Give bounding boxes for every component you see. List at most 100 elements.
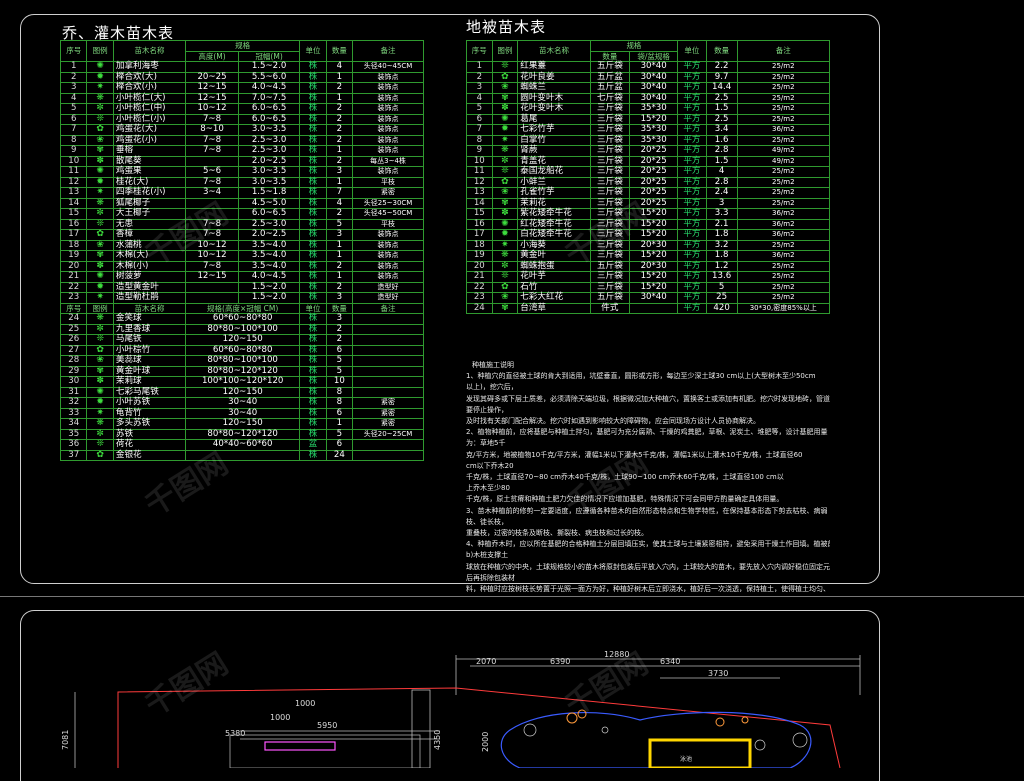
plant-height: 3~4 [185,187,239,199]
plant-qty: 3.3 [705,208,738,220]
plant-crown: 3.0~3.5 [237,124,301,136]
groundcover-row: 21 ❊ 花叶芋 三斤袋 15*20 平方 13.6 25/m2 [466,271,831,283]
plant-unit: 株 [299,323,327,335]
ground-table: 序号 图例 苗木名称 规格 单位 数量 备注 数量 袋/盆规格 1 ❊ 红果薹 五斤袋… [466,40,831,314]
plant-density: 25/m2 [736,292,831,304]
plant-name: 马尾铁 [112,334,187,346]
plant-qty: 2 [325,124,354,136]
row-number: 21 [466,271,493,283]
plant-crown: 4.5~5.0 [237,197,301,209]
plant-remark: 装饰点 [352,229,424,241]
legend-symbol-icon: ✹ [491,229,519,241]
legend-symbol-icon: ✹ [86,71,114,83]
plant-name: 加拿利海枣 [112,61,187,73]
plant-unit: 株 [299,386,327,398]
notes-line: 料，种植时应按树枝长势置于光照一面方为好，种植好树木后立即浇水，植好后一次浇透，… [466,585,830,592]
plant-qty: 1 [325,250,354,262]
gth-qty: 数量 [705,40,738,62]
groundcover-row: 20 ✼ 蜘蛛抱蛋 五斤袋 20*30 平方 1.2 25/m2 [466,260,831,272]
ground-table-title: 地被苗木表 [466,18,547,36]
groundcover-row: 12 ✿ 小蚌兰 三斤袋 20*25 平方 2.8 25/m2 [466,176,831,188]
plant-unit: 平方 [677,281,707,293]
plant-crown: 6.0~6.5 [237,103,301,115]
plant-name: 七彩竹芋 [517,124,591,136]
legend-symbol-icon: ✽ [491,208,519,220]
spec-size: 15*20 [629,218,679,230]
plant-crown: 6.0~6.5 [237,208,301,220]
pot-size: 五斤袋 [589,61,631,73]
plant-remark: 装饰点 [352,113,424,125]
plant-qty: 10 [325,376,354,388]
plant-qty: 5 [325,355,354,367]
plant-name: 葛尾 [517,113,591,125]
plant-unit: 株 [299,365,327,377]
plant-height: 10~12 [185,103,239,115]
plant-name: 九里香球 [112,323,187,335]
row-number: 37 [59,449,88,461]
legend-symbol-icon: ✼ [491,260,519,272]
plant-qty: 9.7 [705,71,738,83]
shrub-row: 30 ✽ 茉莉球 100*100~120*120 株 10 [59,376,424,388]
notes-line: 发现其碍多或下层土质差，必须清除天端垃圾，根据微况加大种植穴，置换客土或添加有机… [466,394,830,403]
dim-left-v: 7081 [61,730,70,750]
plant-name: 苏铁 [112,428,187,440]
spec-size: 20*30 [629,260,679,272]
legend-symbol-icon: ✺ [86,61,114,73]
legend-symbol-icon: ✼ [86,103,114,115]
notes-line: 为：草地5千 [466,439,506,448]
plant-unit: 平方 [677,166,707,178]
plant-remark: 装饰点 [352,71,424,83]
plant-name: 小叶榄仁(小) [112,113,187,125]
plant-name: 泰国龙船花 [517,166,591,178]
plant-density: 36/m2 [736,208,831,220]
groundcover-row: 22 ✿ 石竹 三斤袋 15*20 平方 5 25/m2 [466,281,831,293]
row-number: 7 [59,124,88,136]
row-number: 17 [59,229,88,241]
plant-unit: 平方 [677,82,707,94]
plant-qty: 2 [325,103,354,115]
row-number: 2 [466,71,493,83]
plant-height: 7~8 [185,218,239,230]
plant-qty: 3 [325,292,354,304]
row-number: 26 [59,334,88,346]
plant-unit: 平方 [677,208,707,220]
spec-size: 30*40 [629,292,679,304]
dim-top-total: 12880 [604,650,629,659]
plant-unit: 株 [299,239,327,251]
legend-symbol-icon: ✺ [86,271,114,283]
row-number: 28 [59,355,88,367]
gth-legend: 图例 [491,40,519,62]
plant-unit: 平方 [677,250,707,262]
plant-unit: 株 [299,92,327,104]
plant-name: 金笑球 [112,313,187,325]
plant-crown: 2.0~2.5 [237,229,301,241]
plant-name: 茉莉花 [517,197,591,209]
legend-symbol-icon: ❊ [491,166,519,178]
gth-sub-a: 数量 [589,50,631,62]
spec-size [629,302,679,314]
plant-unit: 平方 [677,292,707,304]
plant-qty: 1 [325,239,354,251]
plant-unit: 平方 [677,145,707,157]
spec-size: 15*20 [629,281,679,293]
row-number: 4 [59,92,88,104]
plant-qty: 2.2 [705,61,738,73]
plant-height [185,61,239,73]
shrub-row: 34 ❋ 多头苏铁 120~150 株 1 紧密 [59,418,424,430]
tree-row: 13 ✷ 四季桂花(小) 3~4 1.5~1.8 株 7 紧密 [59,187,424,199]
plant-remark: 造型好 [352,292,424,304]
tree-row: 14 ❋ 狐尾椰子 4.5~5.0 株 4 头径25~30CM [59,197,424,209]
row-number: 9 [466,145,493,157]
row-number: 4 [466,92,493,104]
plant-name: 黄金叶 [517,250,591,262]
spec-size: 35*30 [629,134,679,146]
plant-density: 25/m2 [736,239,831,251]
plant-qty: 2.1 [705,218,738,230]
notes-line: 枝、徒长枝， [466,517,508,526]
legend-symbol-icon: ✿ [491,71,519,83]
row-number: 9 [59,145,88,157]
plant-height [185,292,239,304]
plant-name: 垂榕 [112,145,187,157]
plant-qty: 8 [325,386,354,398]
gth-spec: 规格 [589,40,679,52]
